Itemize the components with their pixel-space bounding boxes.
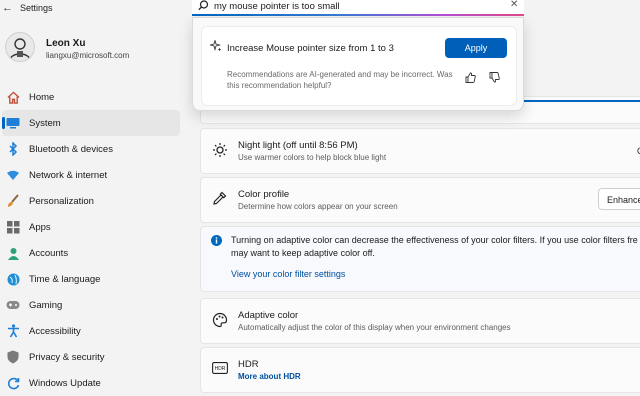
bluetooth-icon	[6, 142, 20, 156]
svg-text:HDR: HDR	[215, 366, 226, 372]
sidebar-item-network[interactable]: Network & internet	[2, 162, 180, 188]
sidebar-item-label: Accounts	[29, 247, 69, 259]
thumbs-up-icon[interactable]	[465, 72, 476, 86]
sidebar-item-windows-update[interactable]: Windows Update	[2, 370, 180, 396]
apply-button[interactable]: Apply	[445, 38, 507, 58]
shield-icon	[6, 350, 20, 364]
sidebar-item-label: Bluetooth & devices	[29, 143, 113, 155]
color-profile-dropdown[interactable]: Enhance	[598, 188, 640, 210]
adaptive-color-title: Adaptive color	[238, 310, 299, 321]
sidebar-item-gaming[interactable]: Gaming	[2, 292, 180, 318]
recommendation-title: Increase Mouse pointer size from 1 to 3	[227, 43, 394, 54]
sidebar-item-label: Home	[29, 91, 55, 103]
color-profile-title: Color profile	[238, 189, 290, 200]
update-icon	[6, 376, 20, 390]
search-input[interactable]	[214, 0, 494, 13]
night-light-card[interactable]: Night light (off until 8:56 PM) Use warm…	[200, 128, 640, 174]
user-profile[interactable]: Leon Xu liangxu@microsoft.com	[0, 22, 190, 80]
search-box[interactable]: ✕	[192, 0, 524, 16]
hdr-card[interactable]: HDR HDR More about HDR	[200, 347, 640, 393]
close-icon[interactable]: ✕	[510, 0, 518, 10]
night-light-title: Night light (off until 8:56 PM)	[238, 140, 358, 151]
sidebar-item-accounts[interactable]: Accounts	[2, 240, 180, 266]
globe-icon	[6, 272, 20, 286]
info-banner-line-2: may want to keep adaptive color off.	[231, 248, 375, 258]
info-banner-line-1: Turning on adaptive color can decrease t…	[231, 235, 638, 245]
sidebar-item-accessibility[interactable]: Accessibility	[2, 318, 180, 344]
sidebar-item-label: Gaming	[29, 299, 63, 311]
sidebar-item-label: Windows Update	[29, 377, 101, 389]
network-icon	[6, 168, 20, 182]
search-results-flyout: Increase Mouse pointer size from 1 to 3 …	[192, 17, 524, 111]
hdr-title: HDR	[238, 359, 259, 370]
user-name: Leon Xu	[46, 38, 86, 49]
sidebar-item-home[interactable]: Home	[2, 84, 180, 110]
search-icon	[198, 0, 209, 14]
sidebar-item-label: System	[29, 117, 61, 129]
adaptive-color-info-banner: Turning on adaptive color can decrease t…	[200, 226, 640, 292]
sidebar-item-apps[interactable]: Apps	[2, 214, 180, 240]
system-icon	[6, 116, 20, 130]
sidebar-item-label: Privacy & security	[29, 351, 105, 363]
sidebar-item-label: Apps	[29, 221, 51, 233]
accounts-icon	[6, 246, 20, 260]
back-arrow-icon[interactable]: ←	[2, 2, 13, 14]
sidebar-item-personalization[interactable]: Personalization	[2, 188, 180, 214]
adaptive-color-card[interactable]: Adaptive color Automatically adjust the …	[200, 298, 640, 344]
info-banner-text: Turning on adaptive color can decrease t…	[231, 234, 638, 260]
hdr-icon: HDR	[212, 362, 228, 377]
user-email: liangxu@microsoft.com	[46, 51, 130, 60]
view-color-filter-settings-link[interactable]: View your color filter settings	[231, 269, 345, 279]
night-light-description: Use warmer colors to help block blue lig…	[238, 153, 387, 162]
ai-recommendation-card: Increase Mouse pointer size from 1 to 3 …	[201, 26, 517, 106]
sidebar-item-system[interactable]: System	[2, 110, 180, 136]
apps-icon	[6, 220, 20, 234]
sidebar-nav: Home System Bluetooth & devices Network …	[0, 84, 185, 396]
adaptive-color-description: Automatically adjust the color of this d…	[238, 323, 511, 332]
avatar-person-icon	[9, 38, 31, 61]
thumbs-down-icon[interactable]	[489, 72, 500, 86]
sidebar-item-label: Time & language	[29, 273, 101, 285]
accessibility-icon	[6, 324, 20, 338]
app-title: Settings	[20, 3, 53, 13]
sidebar-item-label: Network & internet	[29, 169, 108, 181]
gamepad-icon	[6, 298, 20, 312]
sidebar-item-privacy-security[interactable]: Privacy & security	[2, 344, 180, 370]
sidebar-item-time-language[interactable]: Time & language	[2, 266, 180, 292]
palette-icon	[212, 312, 228, 331]
sidebar-item-label: Personalization	[29, 195, 94, 207]
brightness-sun-icon	[212, 142, 228, 161]
home-icon	[6, 90, 20, 104]
color-profile-card: Color profile Determine how colors appea…	[200, 177, 640, 223]
eyedropper-icon	[212, 191, 227, 209]
avatar[interactable]	[5, 32, 35, 62]
more-about-hdr-link[interactable]: More about HDR	[238, 372, 301, 381]
color-profile-description: Determine how colors appear on your scre…	[238, 202, 398, 211]
sidebar-item-label: Accessibility	[29, 325, 81, 337]
recommendation-disclaimer: Recommendations are AI-generated and may…	[227, 70, 453, 90]
brush-icon	[6, 194, 20, 208]
sidebar-item-bluetooth[interactable]: Bluetooth & devices	[2, 136, 180, 162]
info-icon	[211, 235, 222, 249]
sparkle-icon	[208, 38, 222, 55]
